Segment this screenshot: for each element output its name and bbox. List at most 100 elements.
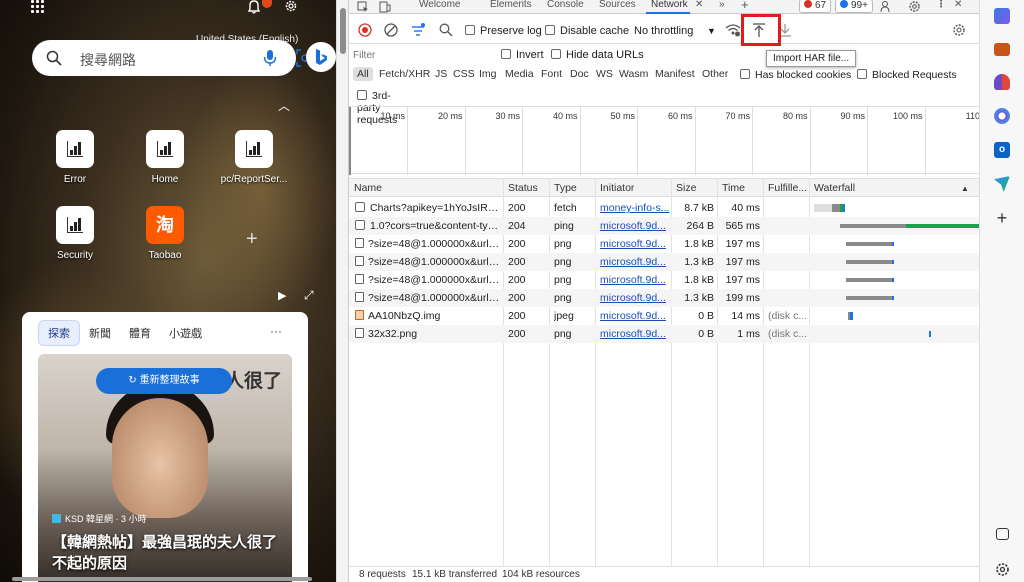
horizontal-scrollbar[interactable] xyxy=(12,577,312,581)
tab-network[interactable]: Network xyxy=(651,0,688,10)
type-font[interactable]: Font xyxy=(541,68,562,80)
sidebar-settings-gear-icon[interactable] xyxy=(995,562,1010,577)
col-status[interactable]: Status xyxy=(508,182,538,194)
type-css[interactable]: CSS xyxy=(453,68,475,80)
network-conditions-wifi-icon[interactable] xyxy=(725,23,741,37)
network-settings-gear-icon[interactable] xyxy=(952,23,966,37)
feed-more-icon[interactable]: ··· xyxy=(270,324,282,338)
add-quick-link-plus-icon[interactable]: + xyxy=(246,228,258,251)
add-sidebar-app-plus-icon[interactable]: + xyxy=(994,209,1010,227)
errors-badge[interactable]: 67 xyxy=(799,0,832,13)
table-row[interactable]: AA10NbzQ.img 200 jpeg microsoft.9d... 0 B 14 … xyxy=(349,307,979,325)
type-manifest[interactable]: Manifest xyxy=(655,68,695,80)
request-name[interactable]: Charts?apikey=1hYoJsIRvP... xyxy=(355,202,501,214)
filter-input[interactable] xyxy=(353,48,493,63)
device-emulation-icon[interactable] xyxy=(379,1,391,13)
col-size[interactable]: Size xyxy=(676,182,696,194)
type-js[interactable]: JS xyxy=(435,68,447,80)
feed-tab-explore[interactable]: 探索 xyxy=(38,320,80,346)
clear-icon[interactable] xyxy=(384,23,398,37)
settings-gear-icon[interactable] xyxy=(283,0,299,14)
microsoft-365-icon[interactable] xyxy=(994,108,1010,124)
col-initiator[interactable]: Initiator xyxy=(600,182,634,194)
hide-data-urls-checkbox[interactable]: Hide data URLs xyxy=(551,49,644,61)
play-icon[interactable]: ▶ xyxy=(278,289,286,302)
col-fulfilled[interactable]: Fulfille... xyxy=(768,182,808,194)
type-other[interactable]: Other xyxy=(702,68,728,80)
disable-cache-checkbox[interactable]: Disable cache xyxy=(545,25,629,37)
request-name[interactable]: 1.0?cors=true&content-typ... xyxy=(355,220,501,232)
table-row[interactable]: Charts?apikey=1hYoJsIRvP... 200 fetch money… xyxy=(349,199,979,217)
close-tab-icon[interactable]: ✕ xyxy=(695,0,703,10)
quick-link-security[interactable]: Security xyxy=(37,206,113,261)
outlook-icon[interactable]: o xyxy=(994,142,1010,158)
preserve-log-checkbox[interactable]: Preserve log xyxy=(465,25,542,37)
send-icon[interactable] xyxy=(994,176,1010,192)
web-search-box[interactable]: 搜尋網路 xyxy=(32,40,314,76)
table-row[interactable]: ?size=48@1.000000x&url=... 200 png microsof… xyxy=(349,289,979,307)
quick-link-home[interactable]: Home xyxy=(127,130,203,185)
tools-briefcase-icon[interactable] xyxy=(994,43,1010,56)
feed-tab-games[interactable]: 小遊戲 xyxy=(160,321,211,345)
tab-elements[interactable]: Elements xyxy=(490,0,532,10)
table-row[interactable]: ?size=48@1.000000x&url=... 200 png microsof… xyxy=(349,253,979,271)
expand-icon[interactable]: ⤢ xyxy=(304,288,314,303)
throttling-dropdown-icon[interactable]: ▼ xyxy=(707,26,716,36)
quick-link-taobao[interactable]: 淘 Taobao xyxy=(127,206,203,261)
request-name[interactable]: 32x32.png xyxy=(355,328,501,340)
col-waterfall[interactable]: Waterfall xyxy=(814,182,855,194)
microphone-icon[interactable] xyxy=(262,49,278,67)
table-row[interactable]: 32x32.png 200 png microsoft.9d... 0 B 1 ms (di… xyxy=(349,325,979,343)
col-time[interactable]: Time xyxy=(722,182,745,194)
feed-tab-news[interactable]: 新聞 xyxy=(80,321,120,345)
close-devtools-icon[interactable]: ✕ xyxy=(954,0,962,10)
type-media[interactable]: Media xyxy=(505,68,534,80)
request-name[interactable]: ?size=48@1.000000x&url=... xyxy=(355,274,501,286)
refresh-stories-button[interactable]: ↻ 重新整理故事 xyxy=(96,368,232,394)
story-headline[interactable]: 【韓網熱帖】最強昌珉的夫人很了不起的原因 xyxy=(52,532,284,574)
inspect-element-icon[interactable] xyxy=(357,1,369,13)
more-tabs-icon[interactable]: » xyxy=(719,0,725,10)
table-row[interactable]: ?size=48@1.000000x&url=... 200 png microsof… xyxy=(349,271,979,289)
request-name[interactable]: ?size=48@1.000000x&url=... xyxy=(355,238,501,250)
table-row[interactable]: 1.0?cors=true&content-typ... 204 ping micro… xyxy=(349,217,984,235)
blocked-requests-checkbox[interactable]: Blocked Requests xyxy=(857,69,957,81)
col-name[interactable]: Name xyxy=(354,182,382,194)
feed-tab-sports[interactable]: 體育 xyxy=(120,321,160,345)
filter-icon[interactable] xyxy=(411,23,425,37)
table-row[interactable]: ?size=48@1.000000x&url=... 200 png microsof… xyxy=(349,235,979,253)
request-name[interactable]: ?size=48@1.000000x&url=... xyxy=(355,256,501,268)
sort-ascending-icon[interactable]: ▲ xyxy=(961,184,969,193)
pane-splitter[interactable] xyxy=(336,0,348,582)
games-icon[interactable] xyxy=(994,74,1010,90)
bell-icon[interactable] xyxy=(246,0,262,14)
quick-link-reportserver[interactable]: pc/ReportSer... xyxy=(216,130,292,185)
request-initiator[interactable]: microsoft.9d... xyxy=(600,310,670,322)
type-all[interactable]: All xyxy=(353,67,373,81)
apps-grid-icon[interactable] xyxy=(31,0,47,14)
type-img[interactable]: Img xyxy=(479,68,497,80)
type-ws[interactable]: WS xyxy=(596,68,613,80)
request-initiator[interactable]: microsoft.9d... xyxy=(600,238,670,250)
tab-sources[interactable]: Sources xyxy=(599,0,636,10)
request-name[interactable]: ?size=48@1.000000x&url=... xyxy=(355,292,501,304)
invert-checkbox[interactable]: Invert xyxy=(501,49,544,61)
tab-welcome[interactable]: Welcome xyxy=(419,0,461,10)
search-icon[interactable] xyxy=(439,23,453,37)
quick-link-error[interactable]: Error xyxy=(37,130,113,185)
has-blocked-cookies-checkbox[interactable]: Has blocked cookies xyxy=(740,69,851,81)
tab-console[interactable]: Console xyxy=(547,0,584,10)
request-initiator[interactable]: microsoft.9d... xyxy=(600,292,670,304)
type-wasm[interactable]: Wasm xyxy=(619,68,648,80)
record-icon[interactable] xyxy=(358,23,372,37)
copilot-tag-icon[interactable] xyxy=(994,8,1010,24)
network-overview-timeline[interactable]: 10 ms 20 ms 30 ms 40 ms 50 ms 60 ms 70 ms 80 ms… xyxy=(349,106,983,175)
vertical-scrollbar-thumb[interactable] xyxy=(340,8,346,54)
bing-chat-button[interactable] xyxy=(306,42,336,72)
settings-gear-icon[interactable] xyxy=(908,0,921,13)
request-initiator[interactable]: money-info-s... xyxy=(600,202,670,214)
throttling-select[interactable]: No throttling xyxy=(634,25,693,37)
add-tab-icon[interactable]: + xyxy=(741,0,749,12)
request-name[interactable]: AA10NbzQ.img xyxy=(355,310,501,322)
request-initiator[interactable]: microsoft.9d... xyxy=(600,256,670,268)
